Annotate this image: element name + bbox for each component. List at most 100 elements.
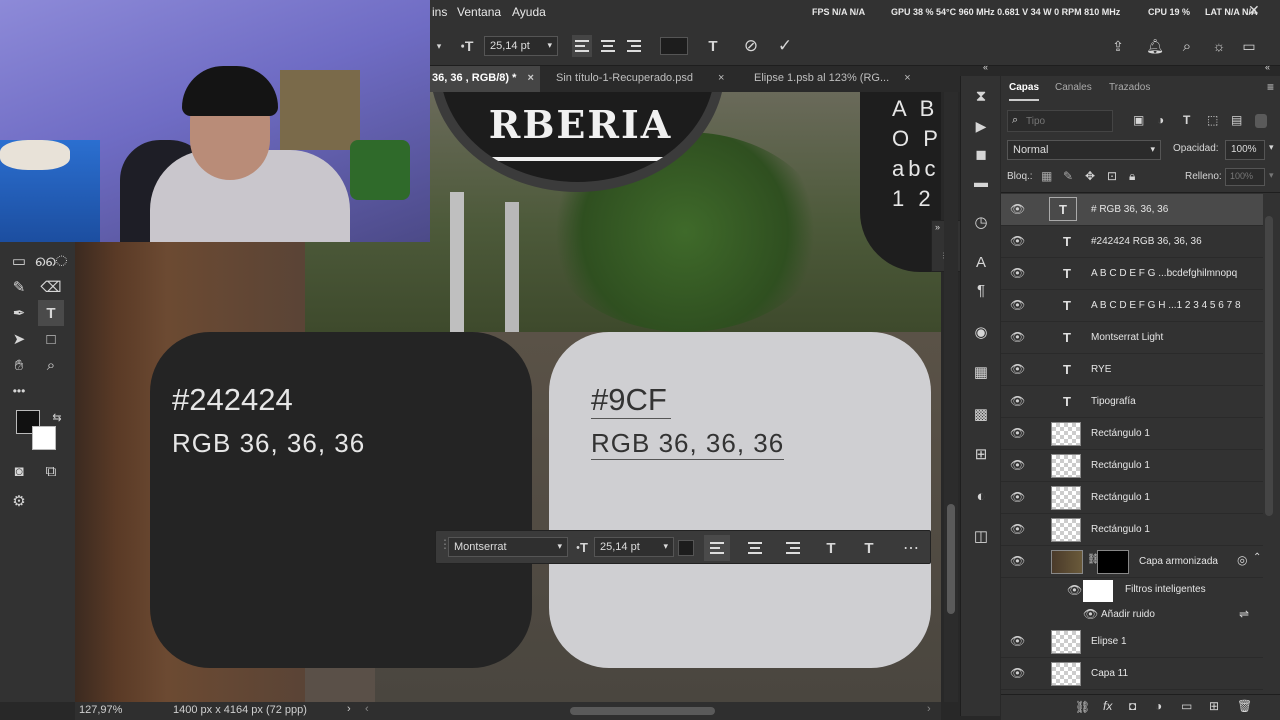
link-layers-icon[interactable]: ⛓	[1075, 700, 1090, 714]
visibility-eye-icon[interactable]: 👁︎	[1010, 202, 1025, 216]
layer-row[interactable]: 👁︎ T A B C D E F G ...bcdefghilmnopq	[1001, 258, 1263, 290]
visibility-eye-icon[interactable]: 👁︎	[1010, 634, 1025, 648]
filter-toggle[interactable]	[1255, 114, 1267, 128]
comments-icon[interactable]: ▬	[969, 170, 993, 194]
font-family-field[interactable]: Montserrat ▾	[448, 537, 568, 557]
close-icon[interactable]: ×	[718, 72, 724, 84]
warp-text-icon[interactable]: T	[818, 535, 844, 561]
brush-tool-icon[interactable]: ✎	[6, 274, 32, 300]
select-arrow-icon[interactable]: ➤	[6, 326, 32, 352]
smart-filters-row[interactable]: 👁︎ Filtros inteligentes	[1001, 578, 1263, 602]
character-icon[interactable]: A	[969, 250, 993, 274]
zoom-tool-icon[interactable]: ⌕	[38, 352, 64, 378]
chevron-right-icon[interactable]: ›	[347, 703, 351, 715]
layer-row[interactable]: 👁︎ Rectángulo 1	[1001, 418, 1263, 450]
close-icon[interactable]: ×	[904, 72, 910, 84]
menu-ayuda[interactable]: Ayuda	[512, 5, 546, 19]
glyphs-icon[interactable]: ◉	[969, 320, 993, 344]
layer-row[interactable]: 👁︎ Rectángulo 1	[1001, 482, 1263, 514]
align-center-icon[interactable]	[742, 535, 768, 561]
trash-icon[interactable]: 🗑︎	[1237, 699, 1252, 713]
history-icon[interactable]: ⧗	[969, 84, 993, 108]
mask-thumbnail[interactable]	[1097, 550, 1129, 574]
layer-row[interactable]: 👁︎ T Montserrat Light	[1001, 322, 1263, 354]
table-icon[interactable]: ▦	[969, 360, 993, 384]
type-tool-icon[interactable]: T	[38, 300, 64, 326]
layer-filter-input[interactable]	[1026, 113, 1110, 129]
bell-icon[interactable]: 🔔︎	[1145, 35, 1165, 57]
marquee-tool-icon[interactable]: ▭	[6, 248, 32, 274]
expand-icon[interactable]: »	[935, 222, 940, 232]
extras-icon[interactable]: ⚙	[6, 488, 32, 514]
align-left-icon[interactable]	[572, 35, 592, 57]
panel-menu-icon[interactable]: ≡	[1267, 80, 1274, 94]
close-icon[interactable]: ×	[527, 72, 533, 84]
layer-row[interactable]: 👁︎ ⛓ Capa armonizada ◎ ⌃	[1001, 546, 1263, 578]
warp-text-icon[interactable]: T	[702, 35, 724, 57]
tab-capas[interactable]: Capas	[1009, 82, 1040, 101]
filter-type-icon[interactable]: T	[1183, 113, 1190, 127]
fill-field[interactable]: 100%	[1225, 168, 1265, 186]
visibility-eye-icon[interactable]: 👁︎	[1083, 607, 1098, 621]
commit-check-icon[interactable]: ✓	[774, 35, 796, 57]
new-layer-icon[interactable]: ⊞	[1209, 699, 1219, 713]
visibility-eye-icon[interactable]: 👁︎	[1010, 522, 1025, 536]
paragraph-icon[interactable]: ¶	[969, 278, 993, 302]
visibility-eye-icon[interactable]: 👁︎	[1010, 234, 1025, 248]
visibility-eye-icon[interactable]: 👁︎	[1010, 490, 1025, 504]
layer-row[interactable]: 👁︎ T #242424 RGB 36, 36, 36	[1001, 226, 1263, 258]
layer-row[interactable]: 👁︎ T A B C D E F G H ...1 2 3 4 5 6 7 8	[1001, 290, 1263, 322]
layers-scrollbar[interactable]	[1265, 216, 1273, 516]
align-left-icon[interactable]	[704, 535, 730, 561]
filter-shape-icon[interactable]: ⬚	[1207, 113, 1218, 127]
library-icon[interactable]: ◼	[969, 142, 993, 166]
quick-mask-icon[interactable]: ◙	[6, 458, 32, 484]
visibility-eye-icon[interactable]: 👁︎	[1010, 266, 1025, 280]
horizontal-scrollbar[interactable]	[570, 707, 715, 715]
zoom-level[interactable]: 127,97%	[79, 704, 122, 716]
visibility-eye-icon[interactable]: 👁︎	[1010, 298, 1025, 312]
pen-tool-icon[interactable]: ✒	[6, 300, 32, 326]
opacity-field[interactable]: 100%	[1225, 140, 1265, 160]
lock-transparency-icon[interactable]: ▦	[1041, 169, 1052, 183]
layer-row[interactable]: 👁︎ T RYE	[1001, 354, 1263, 386]
visibility-eye-icon[interactable]: 👁︎	[1010, 426, 1025, 440]
workspace-icon[interactable]: ▭	[1239, 35, 1259, 57]
filter-pixel-icon[interactable]: ▣	[1133, 113, 1144, 127]
layer-row[interactable]: 👁︎ Capa 11	[1001, 658, 1263, 690]
text-color-swatch[interactable]	[678, 540, 694, 556]
hex-label-editing[interactable]: #9CF	[591, 382, 671, 419]
chevron-down-icon[interactable]: ▾	[1269, 142, 1274, 153]
vertical-scrollbar[interactable]	[944, 92, 958, 702]
more-options-icon[interactable]: ⋯	[898, 535, 924, 561]
chevron-down-icon[interactable]: ▾	[432, 36, 446, 56]
rectangle-tool-icon[interactable]: □	[38, 326, 64, 352]
align-center-icon[interactable]	[598, 35, 618, 57]
chevron-up-icon[interactable]: ⌃	[1253, 552, 1261, 563]
close-icon[interactable]: ✕	[1248, 2, 1260, 19]
scroll-left-icon[interactable]: ‹	[365, 703, 369, 715]
discover-icon[interactable]: ☼	[1209, 35, 1229, 57]
filter-smart-icon[interactable]: ▤	[1231, 113, 1242, 127]
align-right-icon[interactable]	[624, 35, 644, 57]
visibility-eye-icon[interactable]: 👁︎	[1010, 362, 1025, 376]
more-tools-icon[interactable]: •••	[6, 378, 32, 404]
tab-elipse[interactable]: Elipse 1.psb al 123% (RG... ×	[754, 66, 911, 92]
swatches-icon[interactable]: ◫	[969, 524, 993, 548]
visibility-eye-icon[interactable]: 👁︎	[1010, 394, 1025, 408]
lock-position-icon[interactable]: ✥	[1085, 169, 1095, 183]
text-options-icon[interactable]: T	[856, 535, 882, 561]
add-mask-icon[interactable]: ◘	[1129, 699, 1136, 713]
filter-row[interactable]: 👁︎ Añadir ruido ⇌	[1001, 604, 1263, 626]
scroll-thumb[interactable]	[947, 504, 955, 614]
cancel-icon[interactable]: ⊘	[740, 35, 762, 57]
hand-tool-icon[interactable]: ✋︎	[6, 352, 32, 378]
menu-ins[interactable]: ins	[432, 5, 447, 19]
adjustments-icon[interactable]: ◐	[969, 484, 993, 508]
font-size-field[interactable]: 25,14 pt ▾	[594, 537, 674, 557]
swap-colors-icon[interactable]: ⇆	[44, 404, 70, 430]
rgb-label[interactable]: RGB 36, 36, 36	[591, 428, 785, 460]
tab-trazados[interactable]: Trazados	[1109, 82, 1150, 93]
grid-icon[interactable]: ⊞	[969, 442, 993, 466]
filter-options-icon[interactable]: ⇌	[1239, 607, 1249, 621]
